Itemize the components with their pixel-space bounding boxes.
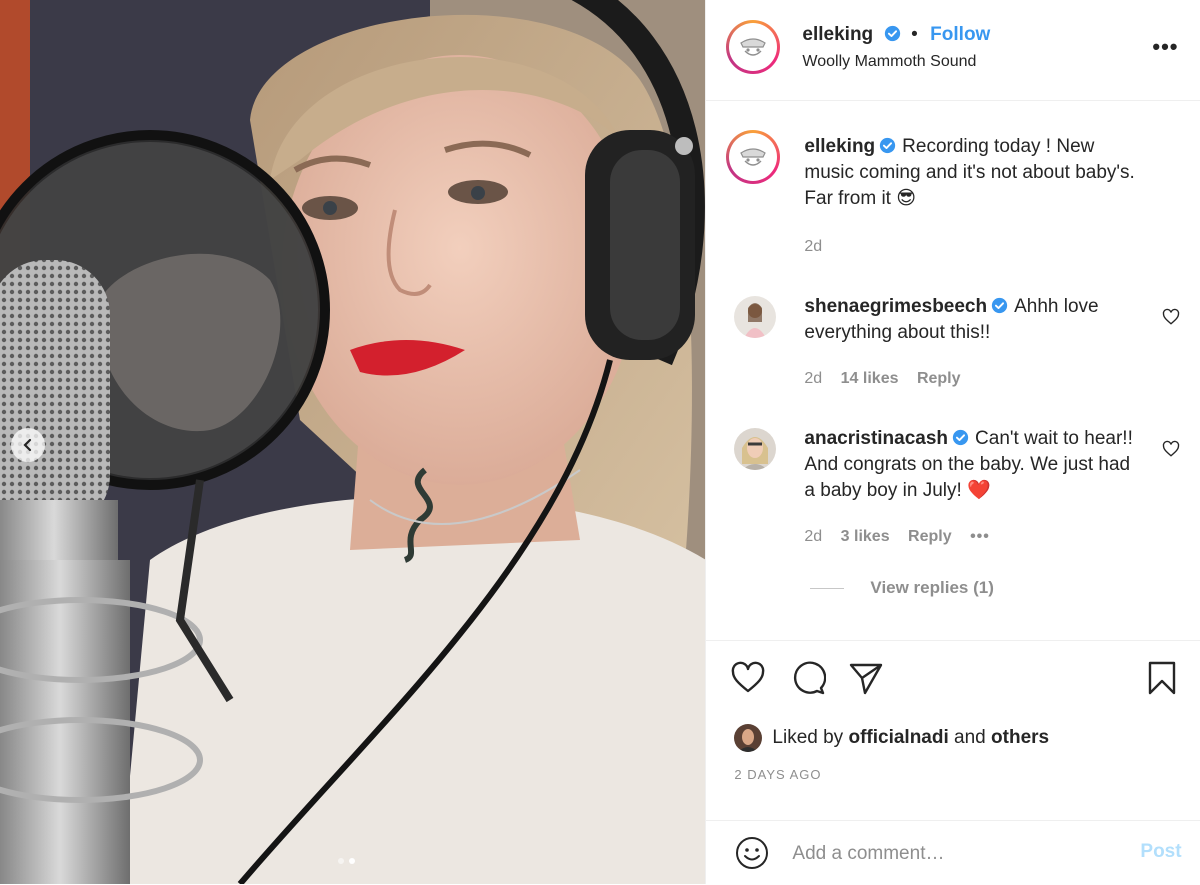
carousel-dot-active <box>349 858 355 864</box>
carousel-indicator <box>338 858 355 864</box>
photo-illustration <box>0 0 706 884</box>
liker-avatar[interactable] <box>734 724 763 752</box>
comment-time[interactable]: 2d <box>804 370 822 387</box>
author-username[interactable]: elleking <box>802 24 873 45</box>
view-replies-button[interactable]: View replies (1) <box>810 578 994 598</box>
reply-button[interactable]: Reply <box>917 370 961 387</box>
commenter-avatar[interactable] <box>734 296 777 338</box>
header-divider <box>706 100 1200 101</box>
comment: shenaegrimesbeech Ahhh love everything ab… <box>804 294 1144 346</box>
share-paper-plane-icon[interactable] <box>848 660 884 696</box>
post-location[interactable]: Woolly Mammoth Sound <box>802 53 976 71</box>
carousel-previous-button[interactable] <box>11 428 45 462</box>
commenter-photo <box>734 428 777 470</box>
like-comment-heart-icon[interactable] <box>1162 308 1180 326</box>
like-heart-icon[interactable] <box>730 660 766 696</box>
follow-button[interactable]: Follow <box>930 24 990 45</box>
verified-badge-icon <box>991 297 1008 314</box>
view-replies-label: View replies (1) <box>870 578 994 597</box>
caption-username[interactable]: elleking <box>804 136 875 157</box>
post-comment-button[interactable]: Post <box>1140 841 1181 863</box>
comment-meta: 2d 3 likes Reply ••• <box>804 528 1003 546</box>
caption-author-avatar[interactable] <box>726 130 781 184</box>
post-header: elleking • Follow <box>802 24 990 46</box>
carousel-dot <box>338 858 344 864</box>
like-comment-heart-icon[interactable] <box>1162 440 1180 458</box>
commenter-avatar[interactable] <box>734 428 777 470</box>
liked-by-others[interactable]: others <box>991 727 1049 749</box>
comment-username[interactable]: anacristinacash <box>804 428 948 449</box>
instagram-post: elleking • Follow Woolly Mammoth Sound •… <box>0 0 1200 884</box>
liked-by-user[interactable]: officialnadi <box>848 727 948 749</box>
more-options-button[interactable]: ••• <box>1152 34 1178 60</box>
comment-username[interactable]: shenaegrimesbeech <box>804 296 987 317</box>
comment-bubble-icon[interactable] <box>790 660 827 696</box>
commenter-photo <box>734 296 777 338</box>
add-comment-bar: Post <box>706 820 1200 885</box>
author-avatar[interactable] <box>726 20 781 74</box>
post-sidebar: elleking • Follow Woolly Mammoth Sound •… <box>705 0 1200 884</box>
comment: anacristinacash Can't wait to hear!! And … <box>804 426 1144 504</box>
comment-meta: 2d 14 likes Reply <box>804 370 974 388</box>
liker-photo <box>734 724 763 752</box>
verified-badge-icon <box>880 137 896 154</box>
comment-likes[interactable]: 3 likes <box>841 528 890 545</box>
chevron-left-icon <box>23 438 32 452</box>
liked-by: Liked by officialnadi and others <box>734 724 1049 752</box>
caption-time[interactable]: 2d <box>804 238 822 255</box>
post-caption: elleking Recording today ! New music comi… <box>804 134 1144 212</box>
comment-options-button[interactable]: ••• <box>970 528 990 545</box>
liked-by-prefix: Liked by <box>772 727 844 748</box>
actions-divider <box>706 640 1200 641</box>
post-date[interactable]: 2 DAYS AGO <box>734 767 821 782</box>
emoji-smiley-icon[interactable] <box>734 835 770 871</box>
header-separator: • <box>911 24 918 45</box>
save-bookmark-icon[interactable] <box>1144 660 1180 696</box>
author-logo-icon <box>740 38 767 56</box>
caption-meta: 2d <box>804 238 836 256</box>
post-photo[interactable] <box>0 0 706 884</box>
comment-time[interactable]: 2d <box>804 528 822 545</box>
liked-by-connector: and <box>954 727 986 748</box>
replies-line <box>810 587 845 589</box>
verified-badge-icon <box>952 429 969 446</box>
comment-likes[interactable]: 14 likes <box>841 370 899 387</box>
author-logo-icon <box>740 148 767 166</box>
verified-badge-icon <box>884 25 900 42</box>
add-comment-input[interactable] <box>790 835 1125 873</box>
reply-button[interactable]: Reply <box>908 528 952 545</box>
